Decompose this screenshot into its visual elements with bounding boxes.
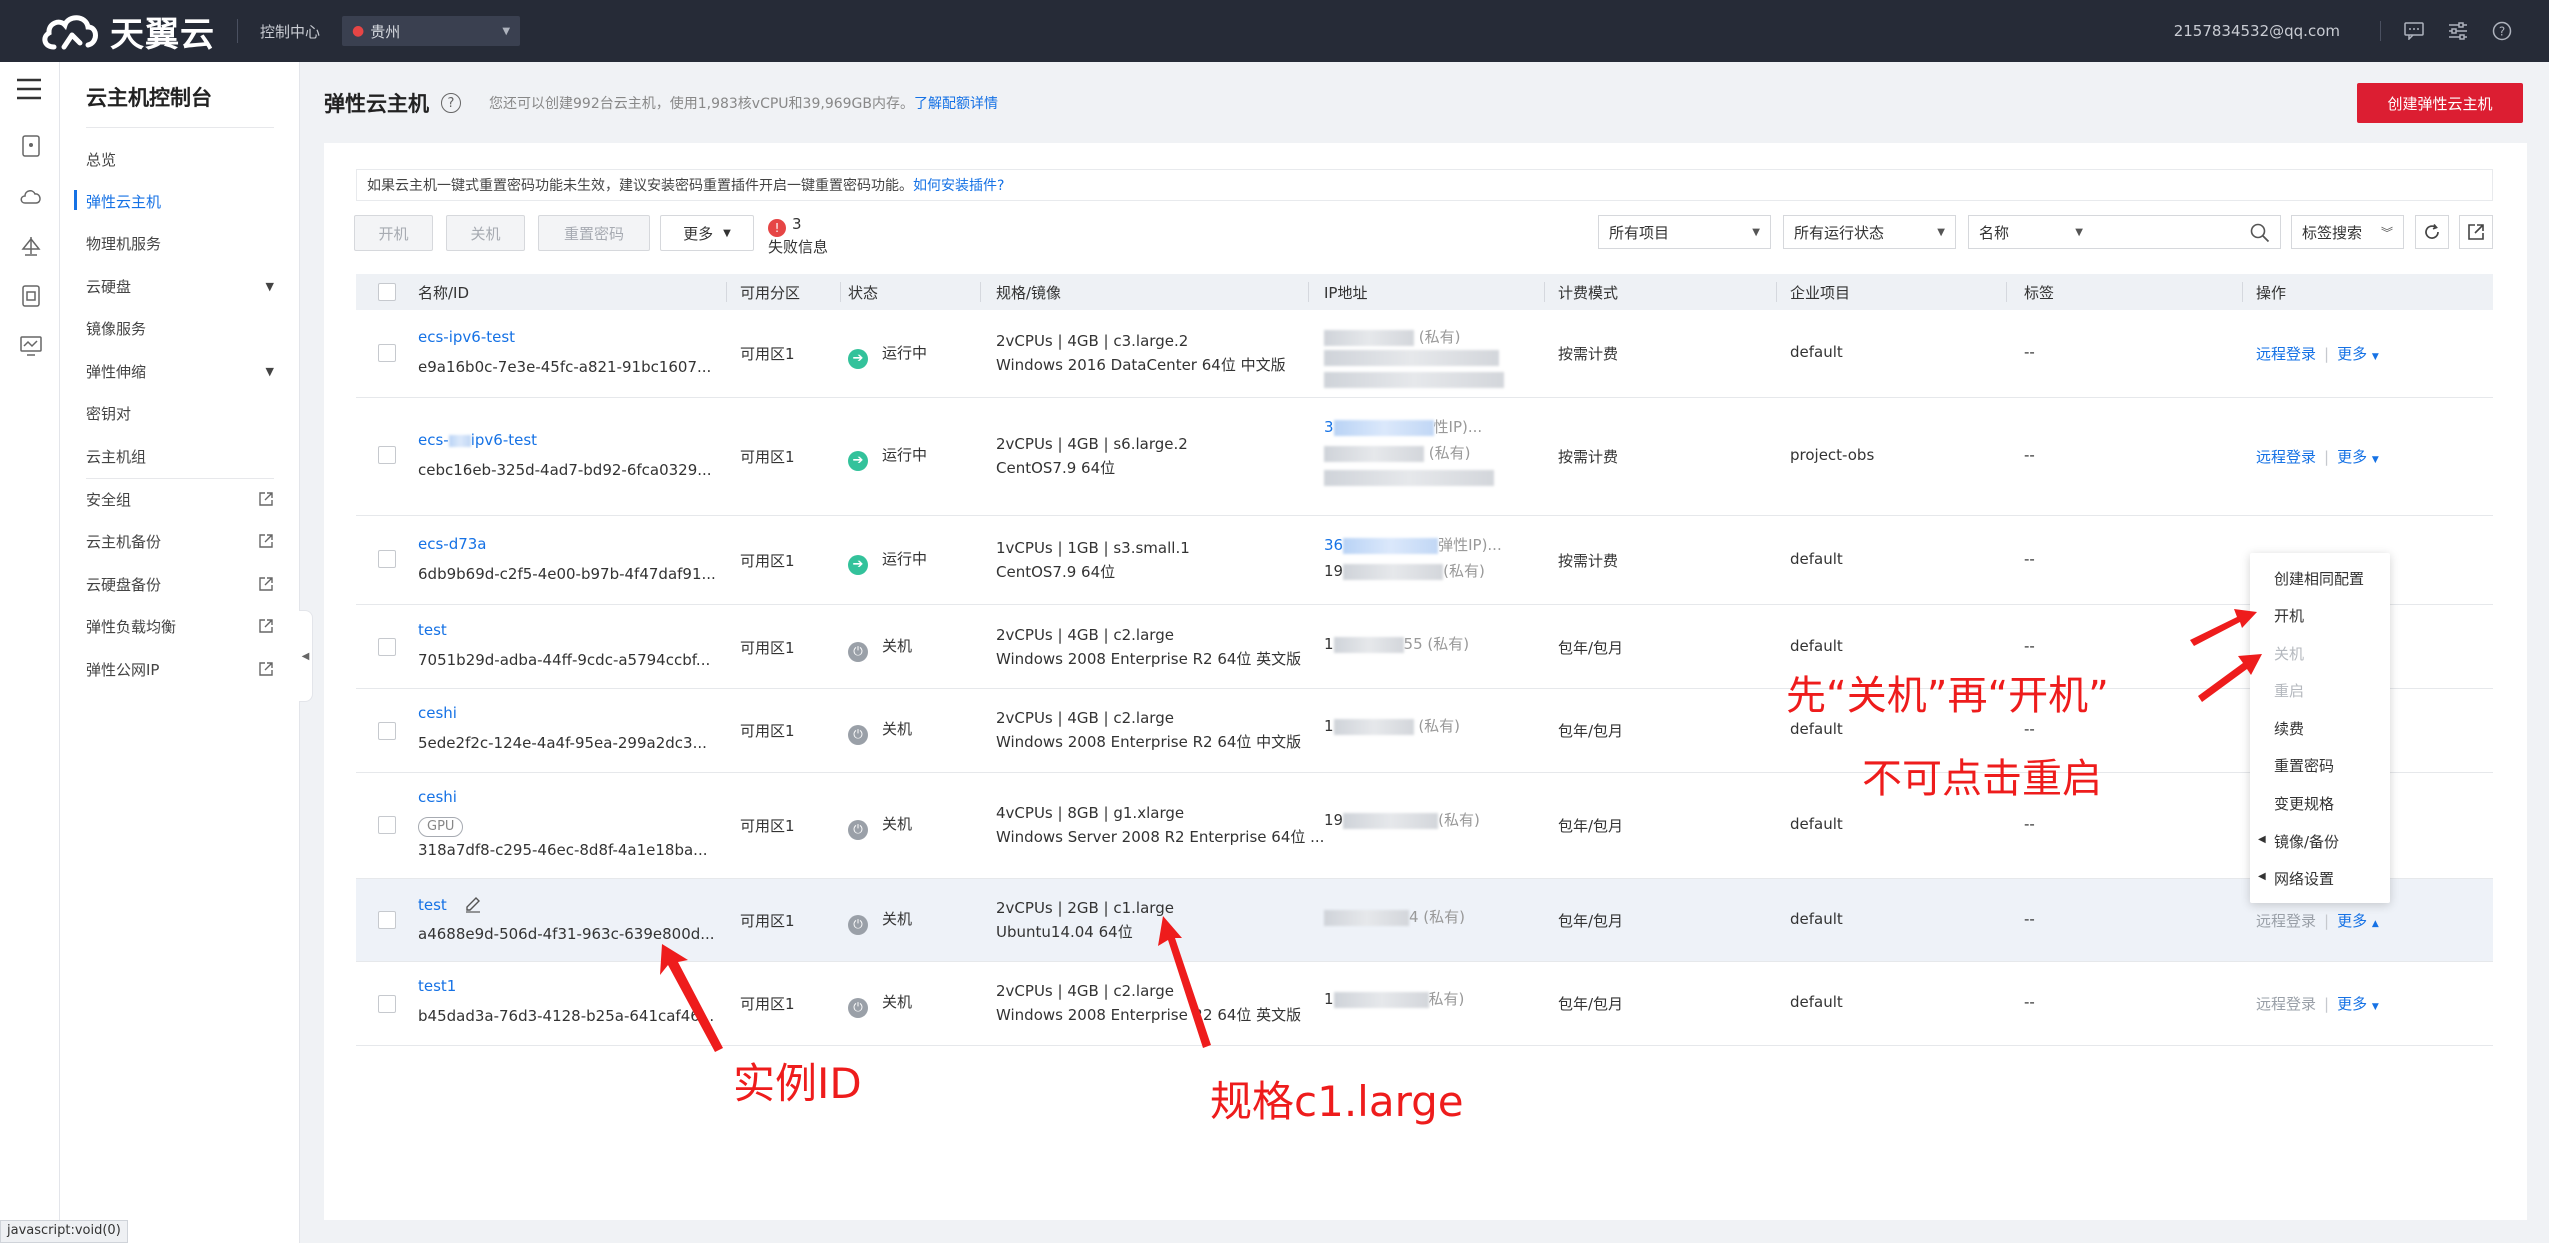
annotation-instance-id: 实例ID — [733, 1059, 862, 1108]
status-bar-url: javascript:void(0) — [0, 1220, 128, 1243]
annotation-shutdown-then-start: 先“关机”再“开机” — [1786, 673, 2109, 719]
annotation-arrow-stop — [2198, 654, 2262, 702]
annotation-arrow-instance-id — [660, 944, 723, 1052]
annotation-arrow-spec — [1158, 916, 1211, 1048]
annotation-spec: 规格c1.large — [1210, 1077, 1464, 1126]
annotation-no-restart: 不可点击重启 — [1862, 756, 2102, 802]
annotation-arrow-start — [2190, 609, 2257, 646]
annotation-arrows — [660, 609, 2262, 1052]
